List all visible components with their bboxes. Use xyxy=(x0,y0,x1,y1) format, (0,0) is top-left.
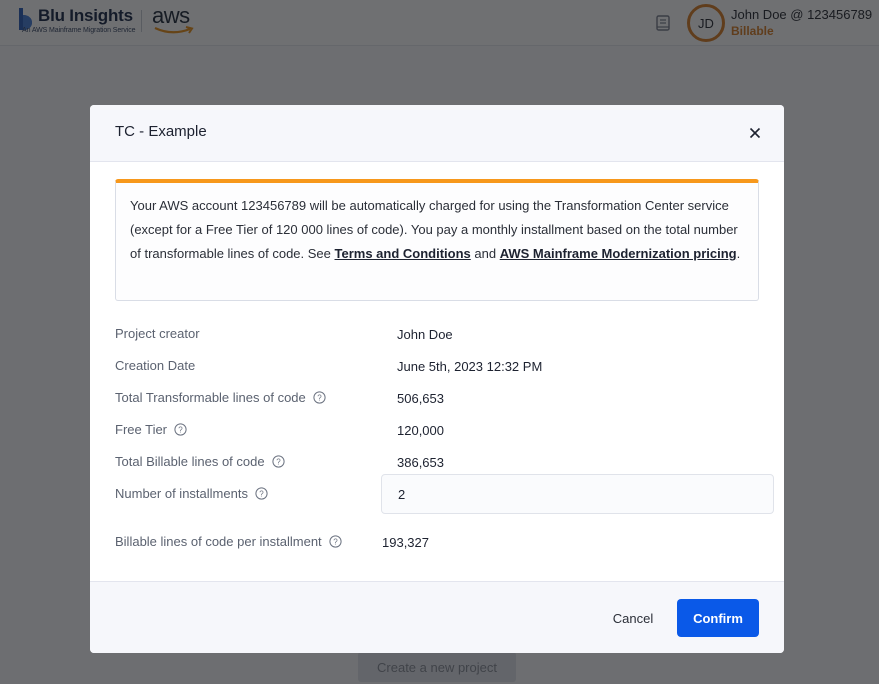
help-icon[interactable]: ? xyxy=(329,535,342,548)
detail-label: Total Transformable lines of code ? xyxy=(115,390,326,405)
label-text: Total Transformable lines of code xyxy=(115,390,306,405)
detail-label: Billable lines of code per installment ? xyxy=(115,534,342,549)
label-text: Creation Date xyxy=(115,358,196,373)
svg-text:?: ? xyxy=(178,426,183,435)
detail-label: Free Tier ? xyxy=(115,422,187,437)
close-button[interactable] xyxy=(745,123,765,143)
svg-text:?: ? xyxy=(317,394,322,403)
detail-value: 193,327 xyxy=(382,535,429,550)
label-text: Free Tier xyxy=(115,422,168,437)
detail-value: 120,000 xyxy=(397,423,444,438)
help-icon[interactable]: ? xyxy=(313,391,326,404)
pricing-link[interactable]: AWS Mainframe Modernization pricing xyxy=(500,246,737,261)
help-icon[interactable]: ? xyxy=(271,455,285,468)
detail-value: 506,653 xyxy=(397,391,444,406)
close-icon xyxy=(749,127,761,139)
detail-row-installments: Number of installments ? xyxy=(115,474,775,514)
label-text: Billable lines of code per installment xyxy=(115,534,322,549)
label-text: Total Billable lines of code xyxy=(115,454,265,469)
detail-label: Number of installments ? xyxy=(115,486,268,501)
billing-notice: Your AWS account 123456789 will be autom… xyxy=(115,179,759,301)
confirm-button[interactable]: Confirm xyxy=(677,599,759,637)
svg-text:?: ? xyxy=(259,490,264,499)
svg-text:?: ? xyxy=(333,538,338,547)
detail-label: Project creator xyxy=(115,326,200,341)
help-icon[interactable]: ? xyxy=(174,423,187,436)
detail-value: June 5th, 2023 12:32 PM xyxy=(397,359,543,374)
help-icon[interactable]: ? xyxy=(255,487,268,500)
detail-row-free-tier: Free Tier ? 120,000 xyxy=(115,419,775,443)
notice-text-end: . xyxy=(736,246,741,261)
detail-row-total-transformable: Total Transformable lines of code ? 506,… xyxy=(115,387,775,411)
notice-text-between: and xyxy=(470,246,500,261)
billing-confirmation-modal: TC - Example Your AWS account 123456789 … xyxy=(90,105,784,653)
modal-title: TC - Example xyxy=(115,123,207,140)
cancel-button[interactable]: Cancel xyxy=(600,599,666,637)
detail-label: Total Billable lines of code ? xyxy=(115,454,285,469)
label-text: Number of installments xyxy=(115,486,248,501)
detail-row-per-installment: Billable lines of code per installment ?… xyxy=(115,531,775,555)
svg-text:?: ? xyxy=(276,458,281,467)
modal-header: TC - Example xyxy=(90,105,784,162)
detail-label: Creation Date xyxy=(115,358,195,373)
detail-row-project-creator: Project creator John Doe xyxy=(115,323,775,347)
label-text: Project creator xyxy=(115,326,200,341)
detail-value: 386,653 xyxy=(397,455,444,470)
modal-footer: Cancel Confirm xyxy=(90,581,784,653)
terms-and-conditions-link[interactable]: Terms and Conditions xyxy=(335,246,471,261)
detail-row-total-billable: Total Billable lines of code ? 386,653 xyxy=(115,451,775,475)
installments-input[interactable] xyxy=(381,474,774,514)
detail-row-creation-date: Creation Date June 5th, 2023 12:32 PM xyxy=(115,355,775,379)
detail-value: John Doe xyxy=(397,327,453,342)
